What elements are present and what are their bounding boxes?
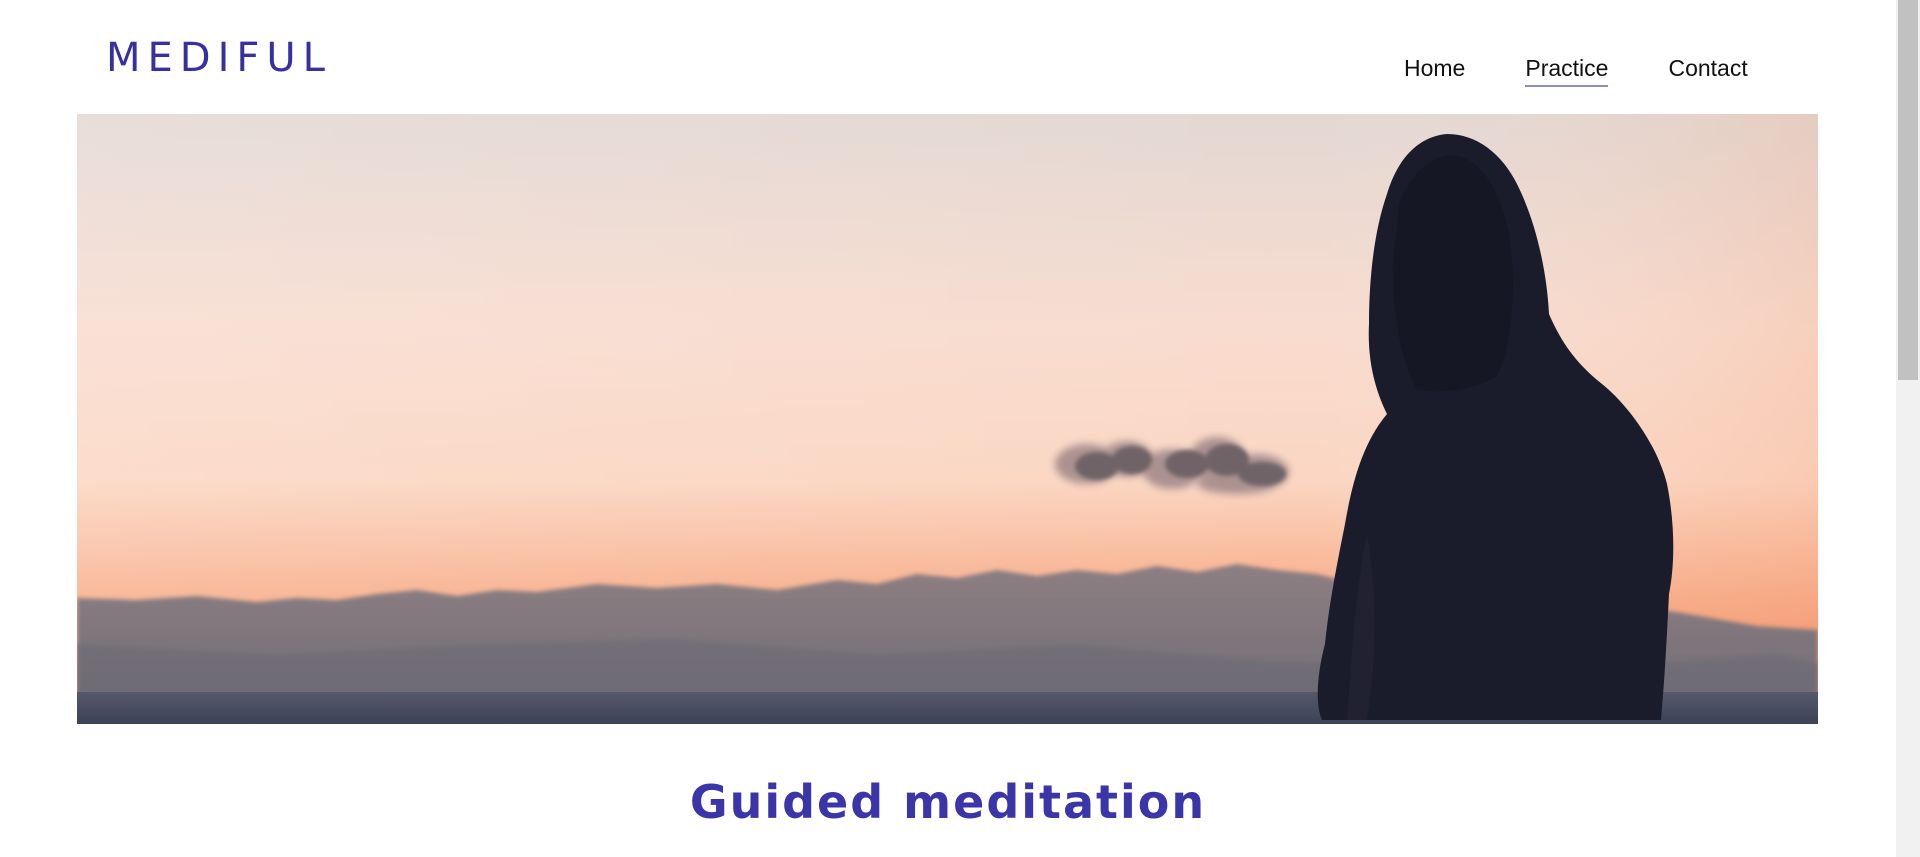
site-logo[interactable]: MEDIFUL [106,34,332,82]
vertical-scrollbar[interactable] [1896,0,1920,857]
scrollbar-thumb[interactable] [1898,0,1918,380]
page-heading: Guided meditation [689,775,1207,829]
nav-link-practice[interactable]: Practice [1525,52,1609,87]
page: MEDIFUL Home Practice Contact Guided med… [0,0,1920,857]
hero-sunset-illustration [77,114,1818,724]
nav-link-contact[interactable]: Contact [1668,52,1747,84]
main-nav: Home Practice Contact [1404,52,1748,87]
hero-image [77,114,1818,724]
nav-link-home[interactable]: Home [1404,52,1465,84]
